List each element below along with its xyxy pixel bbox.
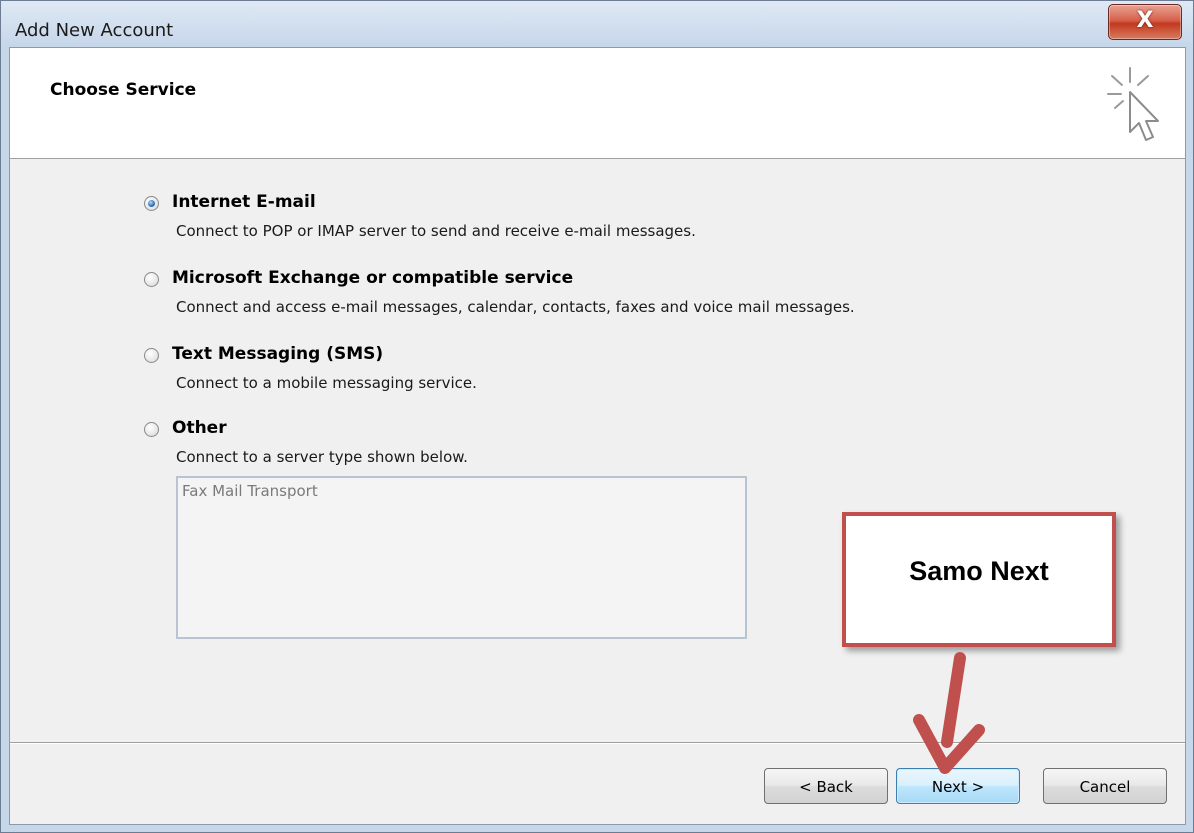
option-description: Connect to a server type shown below.: [176, 448, 468, 466]
radio-exchange[interactable]: [144, 272, 159, 287]
option-description: Connect to a mobile messaging service.: [176, 374, 477, 392]
option-label: Text Messaging (SMS): [172, 344, 384, 364]
close-button[interactable]: X: [1108, 4, 1182, 40]
server-type-list[interactable]: Fax Mail Transport: [176, 476, 747, 639]
window-title: Add New Account: [15, 20, 174, 41]
title-bar: Add New Account X: [1, 1, 1193, 47]
radio-sms[interactable]: [144, 348, 159, 363]
dialog-client-area: Choose Service Internet E-mail Connect t…: [9, 47, 1186, 825]
option-description: Connect and access e-mail messages, cale…: [176, 298, 855, 316]
wizard-header: Choose Service: [10, 48, 1185, 159]
page-title: Choose Service: [50, 80, 197, 100]
radio-other[interactable]: [144, 422, 159, 437]
footer-divider: [10, 742, 1185, 743]
callout-text: Samo Next: [909, 556, 1049, 586]
annotation-arrow-icon: [913, 652, 985, 774]
option-label: Microsoft Exchange or compatible service: [172, 268, 574, 288]
list-item[interactable]: Fax Mail Transport: [182, 482, 318, 500]
annotation-callout: Samo Next: [842, 512, 1116, 647]
cursor-sparkle-icon: [1107, 67, 1159, 141]
option-label: Internet E-mail: [172, 192, 316, 212]
radio-internet-email[interactable]: [144, 196, 159, 211]
option-label: Other: [172, 418, 227, 438]
option-description: Connect to POP or IMAP server to send an…: [176, 222, 696, 240]
service-options: Internet E-mail Connect to POP or IMAP s…: [10, 159, 1185, 737]
close-icon: X: [1136, 8, 1154, 33]
cancel-button[interactable]: Cancel: [1043, 768, 1167, 804]
back-button[interactable]: < Back: [764, 768, 888, 804]
add-account-dialog: Add New Account X Choose Service Interne…: [0, 0, 1194, 833]
